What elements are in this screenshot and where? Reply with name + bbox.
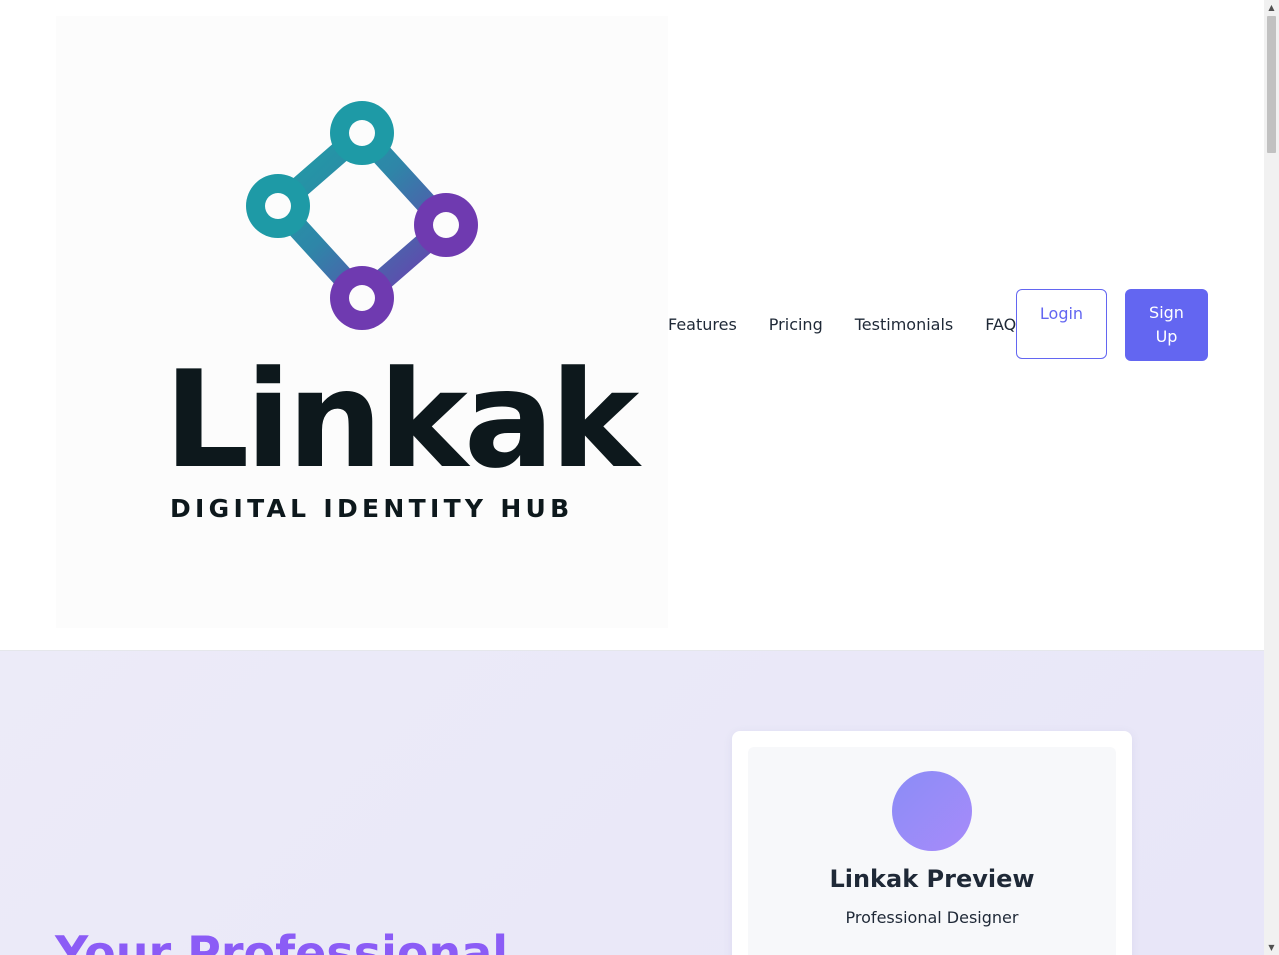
vertical-scrollbar[interactable]: ▲ ▼	[1264, 0, 1279, 955]
nav-pricing[interactable]: Pricing	[769, 315, 823, 335]
profile-preview-inner: Linkak Preview Professional Designer	[748, 747, 1116, 955]
network-logo-icon	[246, 101, 478, 330]
nav-features[interactable]: Features	[668, 315, 737, 335]
hero-title: Your Professional	[55, 926, 509, 955]
scroll-up-arrow-icon[interactable]: ▲	[1264, 0, 1279, 15]
nav-testimonials[interactable]: Testimonials	[855, 315, 954, 335]
main-nav: Features Pricing Testimonials FAQ	[668, 289, 1016, 361]
preview-name: Linkak Preview	[829, 865, 1035, 893]
nav-faq[interactable]: FAQ	[985, 315, 1016, 335]
page: Linkak DIGITAL IDENTITY HUB Features Pri…	[0, 0, 1264, 955]
preview-role: Professional Designer	[845, 908, 1019, 927]
hero-section: Your Professional Linkak Preview Profess…	[0, 651, 1264, 955]
scroll-down-arrow-icon[interactable]: ▼	[1264, 940, 1279, 955]
profile-preview-card: Linkak Preview Professional Designer	[732, 731, 1132, 955]
logo-tagline: DIGITAL IDENTITY HUB	[170, 494, 574, 523]
signup-button[interactable]: Sign Up	[1125, 289, 1208, 361]
avatar	[892, 771, 972, 851]
logo[interactable]: Linkak DIGITAL IDENTITY HUB	[56, 16, 668, 628]
scrollbar-thumb[interactable]	[1267, 16, 1276, 153]
login-button[interactable]: Login	[1016, 289, 1107, 359]
site-header: Linkak DIGITAL IDENTITY HUB Features Pri…	[0, 0, 1264, 651]
logo-wordmark: Linkak	[164, 342, 639, 498]
